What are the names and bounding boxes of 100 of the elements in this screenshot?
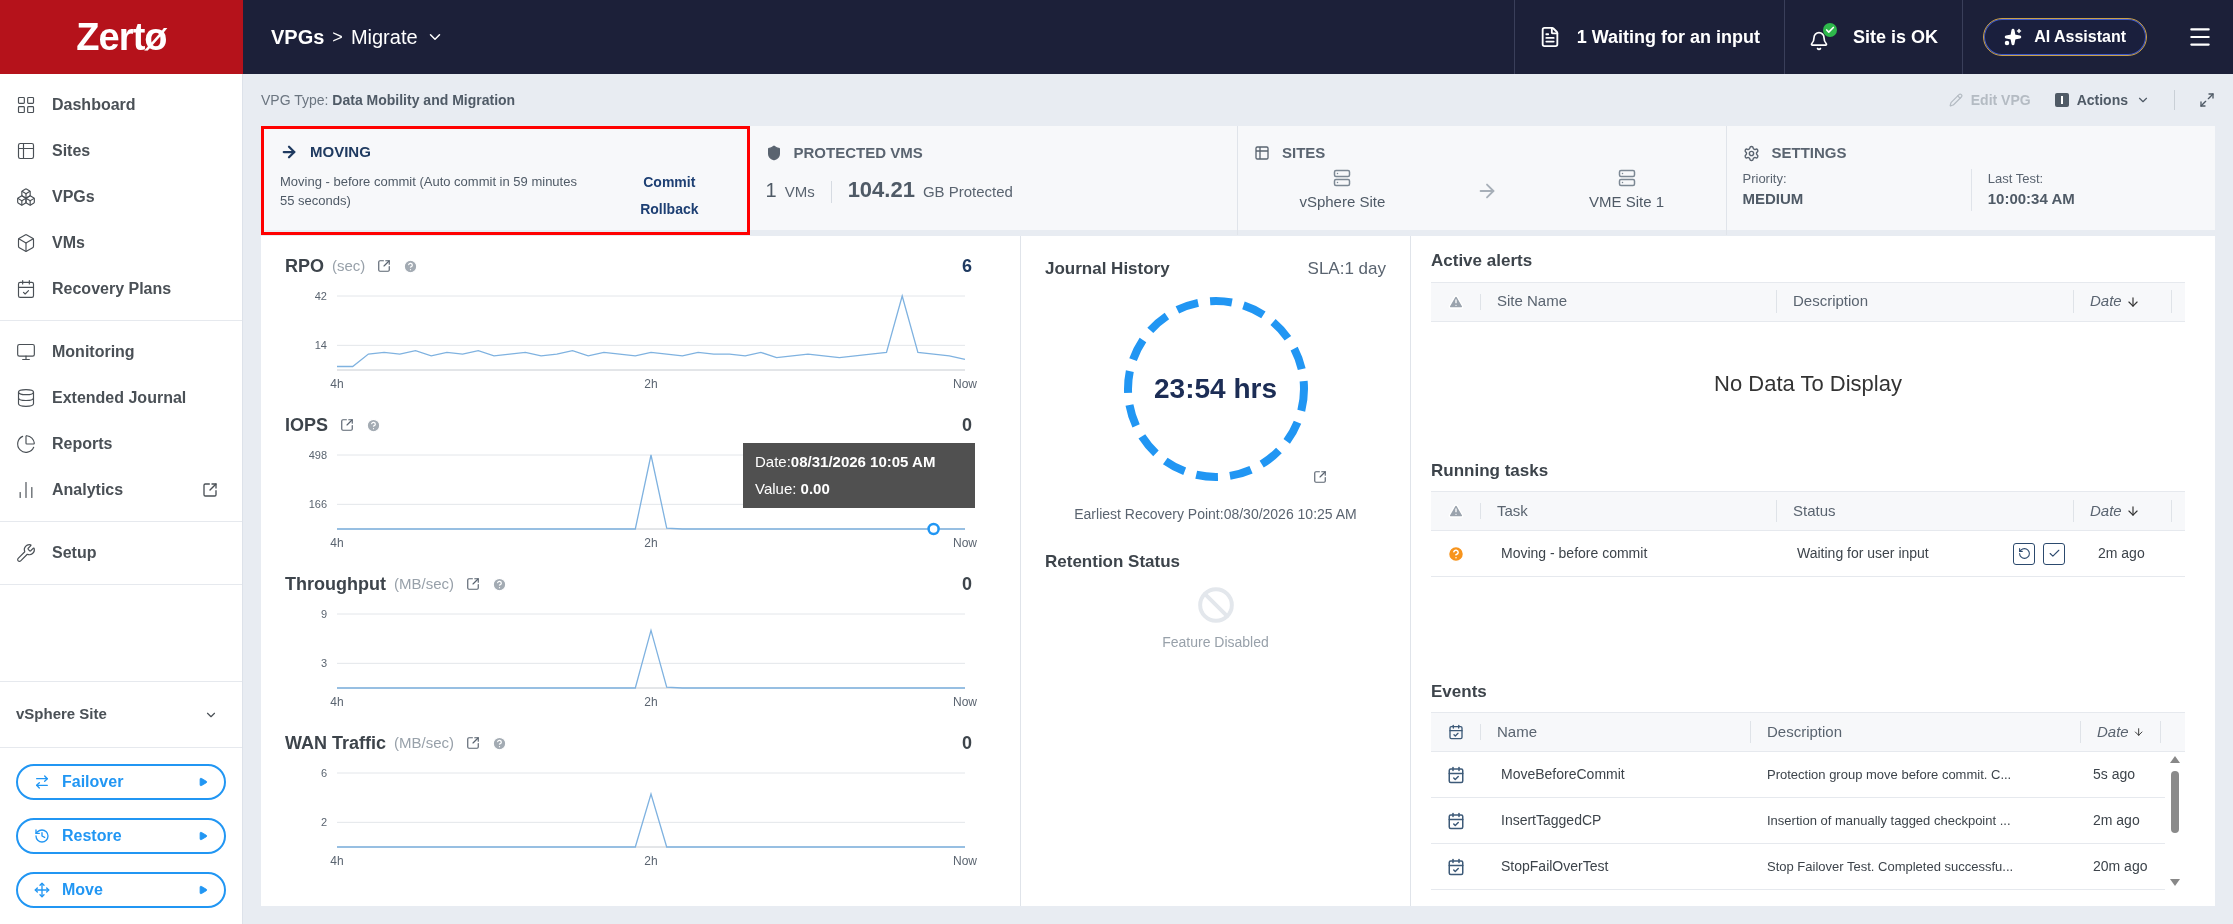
external-link-icon[interactable] xyxy=(340,418,354,432)
column-header[interactable]: Date xyxy=(2090,290,2122,313)
vpg-type: VPG Type: Data Mobility and Migration xyxy=(261,90,516,110)
play-icon xyxy=(198,831,208,841)
chart-title: WAN Traffic xyxy=(285,731,386,755)
sla-label: SLA:1 day xyxy=(1307,258,1386,280)
sidebar-item[interactable]: Sites xyxy=(0,128,242,174)
x-tick-label: 2h xyxy=(644,854,658,868)
external-link-icon[interactable] xyxy=(465,577,480,591)
x-tick-label: 4h xyxy=(330,854,344,868)
column-header[interactable]: Description xyxy=(1767,720,1843,744)
chart-title: Throughput xyxy=(285,572,386,596)
table-cell-text: Moving - before commit xyxy=(1500,544,1649,563)
sidebar-item[interactable]: Setup xyxy=(0,530,242,576)
table-cell-text: StopFailOverTest xyxy=(1500,857,1610,876)
undo-icon xyxy=(2017,547,2031,560)
protected-size-unit: GB Protected xyxy=(922,181,1013,202)
commit-button[interactable] xyxy=(2043,542,2065,565)
chart-unit: (MB/sec) xyxy=(394,732,454,753)
earliest-recovery-point: Earliest Recovery Point:08/30/2026 10:25 AM xyxy=(1073,504,1358,524)
column-header[interactable]: Description xyxy=(1793,290,1869,313)
toolbar-button[interactable]: Actions xyxy=(2054,89,2150,111)
ai-assistant-button[interactable]: AI Assistant xyxy=(1983,18,2147,56)
sidebar-item[interactable]: Extended Journal xyxy=(0,375,242,421)
y-tick-label: 3 xyxy=(320,657,327,670)
x-tick-label: 4h xyxy=(330,536,344,550)
disabled-icon xyxy=(1196,586,1235,624)
calendar-check-icon xyxy=(1447,857,1465,876)
setting-value: 10:00:34 AM xyxy=(1987,189,2076,209)
setting-label: Priority: xyxy=(1742,169,1788,188)
x-tick-label: Now xyxy=(953,377,977,391)
sidebar-item[interactable]: Analytics xyxy=(0,467,242,513)
table-cell-text: InsertTaggedCP xyxy=(1500,811,1603,830)
protected-size: 104.21 xyxy=(847,175,915,204)
breadcrumb-parent[interactable]: VPGs xyxy=(271,22,325,52)
sidebar-item[interactable]: Recovery Plans xyxy=(0,266,242,312)
chart-unit: (MB/sec) xyxy=(393,573,454,594)
site-selector[interactable]: vSphere Site xyxy=(0,682,242,748)
status-action-link[interactable]: Rollback xyxy=(640,198,699,220)
transfer-icon xyxy=(34,774,50,790)
status-title: MOVING xyxy=(310,142,371,162)
logo: Zertø xyxy=(76,14,167,60)
bell-check-icon xyxy=(1809,23,1838,51)
x-tick-label: Now xyxy=(953,536,977,550)
y-tick-label: 166 xyxy=(308,498,327,511)
column-header[interactable]: Name xyxy=(1497,720,1537,744)
table-cell-text: 5s ago xyxy=(2092,765,2137,784)
external-link-icon[interactable] xyxy=(1312,469,1327,484)
column-header[interactable]: Date xyxy=(2097,720,2129,744)
retention-status: Feature Disabled xyxy=(1162,633,1269,652)
table-cell-text: Protection group move before commit. C... xyxy=(1766,765,2013,784)
status-action-link[interactable]: Commit xyxy=(643,171,696,193)
external-link-icon[interactable] xyxy=(466,736,480,750)
x-tick-label: 2h xyxy=(644,695,658,709)
status-description: Moving - before commit (Auto commit in 59 minutes 55 seconds) xyxy=(280,172,578,210)
chart-current-value: 6 xyxy=(962,254,972,278)
column-header[interactable]: Task xyxy=(1497,499,1528,523)
external-link-icon[interactable] xyxy=(377,259,392,273)
vm-count-unit: VMs xyxy=(784,180,832,203)
rollback-button[interactable] xyxy=(2013,542,2035,565)
warning-icon xyxy=(1447,293,1464,310)
sidebar-item[interactable]: Monitoring xyxy=(0,329,242,375)
column-header[interactable]: Date xyxy=(2090,499,2122,523)
sort-arrow-icon[interactable] xyxy=(2132,725,2144,739)
column-header[interactable]: Site Name xyxy=(1497,290,1568,313)
x-tick-label: 4h xyxy=(330,377,344,391)
calendar-check-icon xyxy=(16,279,36,299)
wrench-icon xyxy=(16,543,36,563)
calendar-check-icon xyxy=(1447,811,1465,830)
y-tick-label: 14 xyxy=(314,339,327,352)
section-title: Active alerts xyxy=(1431,250,1534,272)
sidebar-item[interactable]: VMs xyxy=(0,220,242,266)
chart-current-value: 0 xyxy=(962,731,972,755)
grid-icon xyxy=(16,95,36,115)
calendar-check-icon xyxy=(1447,724,1464,740)
server-icon xyxy=(1617,168,1636,187)
sidebar-item[interactable]: Reports xyxy=(0,421,242,467)
monitor-icon xyxy=(16,342,36,362)
sidebar-item[interactable]: VPGs xyxy=(0,174,242,220)
vm-count: 1 xyxy=(765,177,777,203)
journal-title: Journal History xyxy=(1045,258,1170,280)
column-header[interactable]: Status xyxy=(1793,499,1836,523)
tooltip-date: Date:08/31/2026 10:05 AM xyxy=(755,452,937,472)
chart-title: RPO xyxy=(285,254,324,278)
sidebar-item[interactable]: Dashboard xyxy=(0,82,242,128)
journal-hours: 23:54 hrs xyxy=(1154,371,1277,406)
table-cell-text: Waiting for user input xyxy=(1796,544,1930,563)
x-tick-label: 2h xyxy=(644,536,658,550)
expand-icon[interactable] xyxy=(2199,92,2215,108)
chart-current-value: 0 xyxy=(962,572,972,596)
server-icon xyxy=(1333,168,1352,187)
card-title: PROTECTED VMS xyxy=(793,143,923,163)
x-tick-label: Now xyxy=(953,695,977,709)
sparkle-icon xyxy=(2004,28,2023,46)
warning-icon xyxy=(1447,503,1464,519)
history-icon xyxy=(34,828,50,844)
move-icon xyxy=(34,882,50,898)
shield-icon xyxy=(765,145,782,162)
question-icon xyxy=(1447,544,1465,563)
y-tick-label: 42 xyxy=(314,290,327,302)
